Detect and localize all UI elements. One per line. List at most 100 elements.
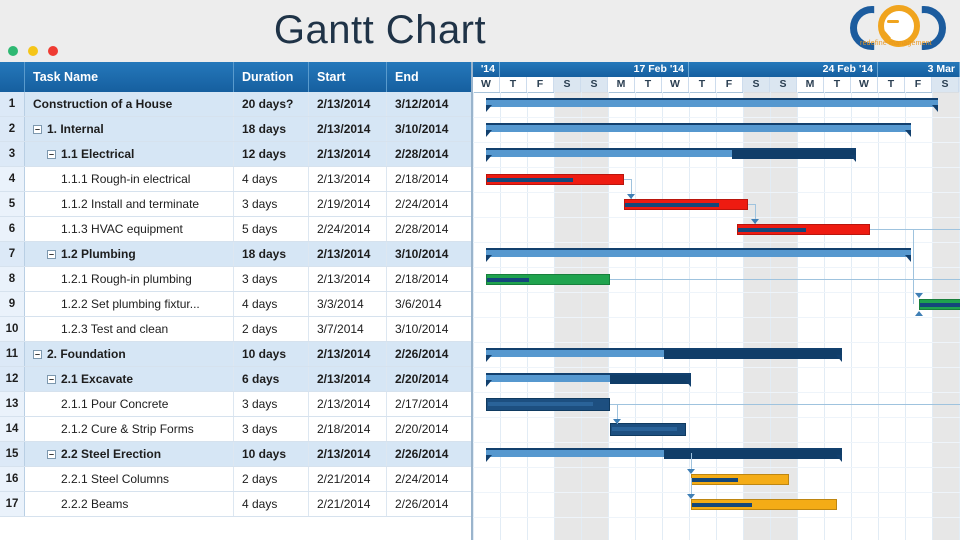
table-row[interactable]: 10 1.2.3 Test and clean 2 days 3/7/2014 3/10… [0, 317, 471, 342]
task-end-cell[interactable]: 3/12/2014 [387, 92, 471, 116]
task-start-cell[interactable]: 2/24/2014 [309, 217, 387, 241]
task-bar[interactable] [919, 299, 960, 310]
row-number[interactable]: 3 [0, 142, 25, 166]
task-name-cell[interactable]: 1.1.2 Install and terminate [25, 192, 234, 216]
task-start-cell[interactable]: 2/18/2014 [309, 417, 387, 441]
collapse-expander-icon[interactable]: – [47, 150, 56, 160]
task-start-cell[interactable]: 2/13/2014 [309, 442, 387, 466]
window-maximize-dot[interactable] [28, 46, 38, 56]
task-duration-cell[interactable]: 3 days [234, 267, 309, 291]
table-row[interactable]: 13 2.1.1 Pour Concrete 3 days 2/13/2014 2/17… [0, 392, 471, 417]
task-duration-cell[interactable]: 5 days [234, 217, 309, 241]
task-bar[interactable] [486, 274, 610, 285]
summary-bar[interactable] [486, 123, 911, 132]
task-bar[interactable] [691, 499, 837, 510]
task-end-cell[interactable]: 3/10/2014 [387, 317, 471, 341]
table-row[interactable]: 6 1.1.3 HVAC equipment 5 days 2/24/2014 2/28… [0, 217, 471, 242]
task-name-cell[interactable]: –1.2 Plumbing [25, 242, 234, 266]
task-start-cell[interactable]: 2/13/2014 [309, 342, 387, 366]
row-number[interactable]: 15 [0, 442, 25, 466]
table-row[interactable]: 1 Construction of a House 20 days? 2/13/201… [0, 92, 471, 117]
task-name-cell[interactable]: –2.1 Excavate [25, 367, 234, 391]
task-duration-cell[interactable]: 12 days [234, 142, 309, 166]
task-start-cell[interactable]: 3/3/2014 [309, 292, 387, 316]
summary-bar[interactable] [486, 373, 691, 384]
task-name-cell[interactable]: 1.1.3 HVAC equipment [25, 217, 234, 241]
task-end-cell[interactable]: 2/26/2014 [387, 492, 471, 516]
row-number[interactable]: 13 [0, 392, 25, 416]
task-end-cell[interactable]: 2/28/2014 [387, 217, 471, 241]
row-number[interactable]: 17 [0, 492, 25, 516]
row-number[interactable]: 2 [0, 117, 25, 141]
task-start-cell[interactable]: 2/21/2014 [309, 492, 387, 516]
task-bar[interactable] [486, 174, 624, 185]
task-start-cell[interactable]: 2/21/2014 [309, 467, 387, 491]
task-end-cell[interactable]: 2/24/2014 [387, 192, 471, 216]
collapse-expander-icon[interactable]: – [33, 350, 42, 360]
task-duration-cell[interactable]: 10 days [234, 442, 309, 466]
column-header-duration[interactable]: Duration [234, 62, 309, 92]
row-number[interactable]: 4 [0, 167, 25, 191]
task-end-cell[interactable]: 3/10/2014 [387, 242, 471, 266]
collapse-expander-icon[interactable]: – [47, 375, 56, 385]
summary-bar[interactable] [486, 98, 938, 107]
row-number[interactable]: 5 [0, 192, 25, 216]
window-minimize-dot[interactable] [8, 46, 18, 56]
table-row[interactable]: 3–1.1 Electrical 12 days 2/13/2014 2/28/201… [0, 142, 471, 167]
summary-bar[interactable] [486, 248, 911, 257]
task-name-cell[interactable]: 1.2.2 Set plumbing fixtur... [25, 292, 234, 316]
task-end-cell[interactable]: 2/18/2014 [387, 167, 471, 191]
task-start-cell[interactable]: 2/13/2014 [309, 92, 387, 116]
task-name-cell[interactable]: Construction of a House [25, 92, 234, 116]
task-duration-cell[interactable]: 20 days? [234, 92, 309, 116]
column-header-number[interactable] [0, 62, 25, 92]
task-start-cell[interactable]: 3/7/2014 [309, 317, 387, 341]
task-name-cell[interactable]: –2. Foundation [25, 342, 234, 366]
table-row[interactable]: 16 2.2.1 Steel Columns 2 days 2/21/2014 2/24… [0, 467, 471, 492]
task-end-cell[interactable]: 3/10/2014 [387, 117, 471, 141]
task-name-cell[interactable]: 2.2.2 Beams [25, 492, 234, 516]
row-number[interactable]: 10 [0, 317, 25, 341]
task-duration-cell[interactable]: 3 days [234, 192, 309, 216]
task-duration-cell[interactable]: 6 days [234, 367, 309, 391]
table-row[interactable]: 12–2.1 Excavate 6 days 2/13/2014 2/20/2014 [0, 367, 471, 392]
collapse-expander-icon[interactable]: – [47, 250, 56, 260]
task-end-cell[interactable]: 2/18/2014 [387, 267, 471, 291]
table-row[interactable]: 8 1.2.1 Rough-in plumbing 3 days 2/13/2014 2… [0, 267, 471, 292]
table-row[interactable]: 14 2.1.2 Cure & Strip Forms 3 days 2/18/201… [0, 417, 471, 442]
task-bar[interactable] [624, 199, 748, 210]
task-end-cell[interactable]: 2/17/2014 [387, 392, 471, 416]
row-number[interactable]: 16 [0, 467, 25, 491]
table-row[interactable]: 15–2.2 Steel Erection 10 days 2/13/2014 2/2… [0, 442, 471, 467]
task-start-cell[interactable]: 2/13/2014 [309, 367, 387, 391]
row-number[interactable]: 9 [0, 292, 25, 316]
row-number[interactable]: 1 [0, 92, 25, 116]
task-duration-cell[interactable]: 4 days [234, 492, 309, 516]
task-name-cell[interactable]: 2.1.2 Cure & Strip Forms [25, 417, 234, 441]
task-start-cell[interactable]: 2/13/2014 [309, 392, 387, 416]
column-header-task-name[interactable]: Task Name [25, 62, 234, 92]
collapse-expander-icon[interactable]: – [33, 125, 42, 135]
column-header-end[interactable]: End [387, 62, 471, 92]
task-duration-cell[interactable]: 18 days [234, 117, 309, 141]
task-duration-cell[interactable]: 2 days [234, 467, 309, 491]
table-row[interactable]: 7–1.2 Plumbing 18 days 2/13/2014 3/10/2014 [0, 242, 471, 267]
task-name-cell[interactable]: 2.2.1 Steel Columns [25, 467, 234, 491]
task-duration-cell[interactable]: 3 days [234, 392, 309, 416]
table-row[interactable]: 2–1. Internal 18 days 2/13/2014 3/10/2014 [0, 117, 471, 142]
task-bar[interactable] [610, 423, 686, 436]
column-header-start[interactable]: Start [309, 62, 387, 92]
task-end-cell[interactable]: 2/26/2014 [387, 342, 471, 366]
task-end-cell[interactable]: 2/26/2014 [387, 442, 471, 466]
task-end-cell[interactable]: 2/20/2014 [387, 367, 471, 391]
task-start-cell[interactable]: 2/13/2014 [309, 167, 387, 191]
table-row[interactable]: 11–2. Foundation 10 days 2/13/2014 2/26/201… [0, 342, 471, 367]
task-start-cell[interactable]: 2/13/2014 [309, 142, 387, 166]
window-close-dot[interactable] [48, 46, 58, 56]
row-number[interactable]: 7 [0, 242, 25, 266]
row-number[interactable]: 6 [0, 217, 25, 241]
task-duration-cell[interactable]: 4 days [234, 292, 309, 316]
task-name-cell[interactable]: 2.1.1 Pour Concrete [25, 392, 234, 416]
task-name-cell[interactable]: –1. Internal [25, 117, 234, 141]
row-number[interactable]: 14 [0, 417, 25, 441]
